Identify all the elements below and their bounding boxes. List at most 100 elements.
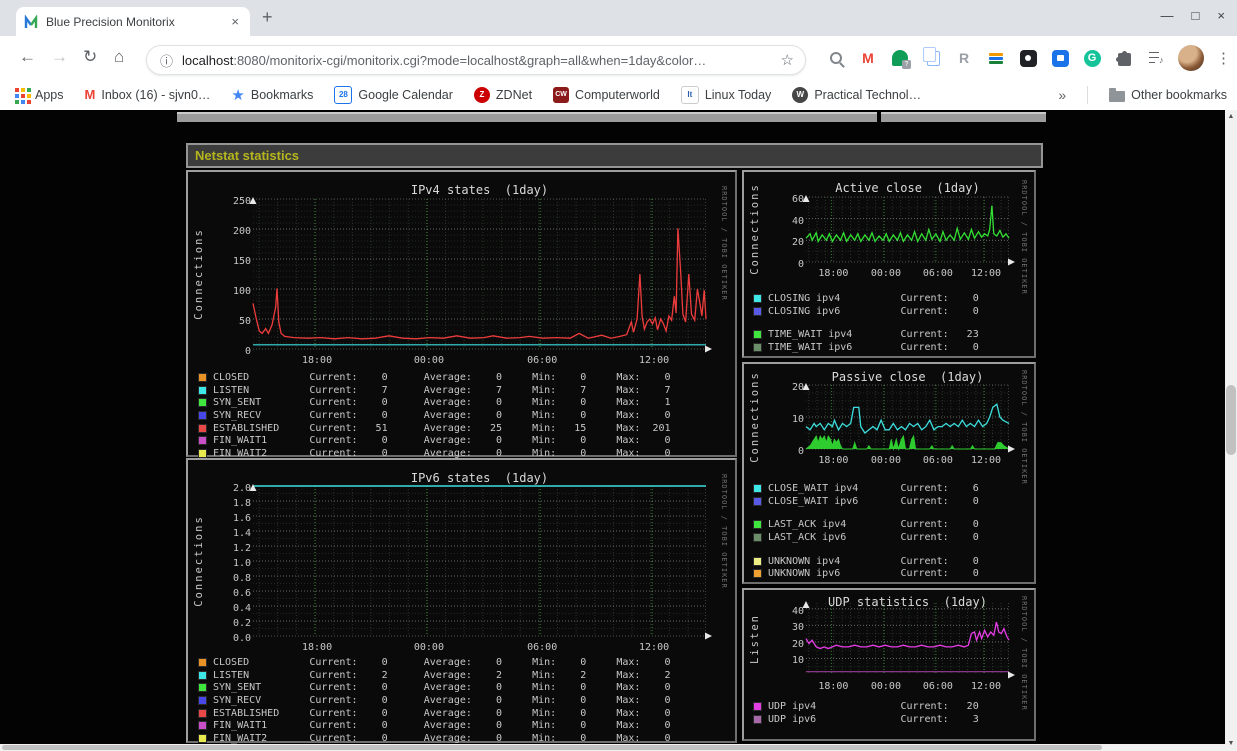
legend-text: FIN_WAIT2 Current: 0 Average: 0 Min: 0 M…	[213, 732, 671, 744]
gmail-m-icon: M	[84, 87, 96, 102]
bookmarks-overflow-chevron[interactable]: »	[1058, 87, 1066, 103]
extensions-puzzle-icon[interactable]	[1114, 48, 1134, 68]
active-close-graph[interactable]	[802, 195, 1015, 266]
grammarly-extension-icon[interactable]: G	[1082, 48, 1102, 68]
legend-color-swatch	[198, 683, 207, 693]
magnifier-icon	[830, 52, 845, 68]
legend-color-swatch	[198, 423, 207, 433]
x-tick-label: 12:00	[970, 681, 1002, 692]
passive-close-graph[interactable]	[802, 383, 1015, 453]
legend-row: LAST_ACK ipv4 Current: 0	[753, 518, 979, 531]
x-tick-label: 00:00	[870, 455, 901, 466]
legend-text: CLOSE_WAIT ipv6 Current: 0	[768, 495, 979, 507]
x-tick-label: 00:00	[870, 268, 901, 279]
home-icon[interactable]: ⌂	[114, 48, 124, 65]
bookmark-inbox[interactable]: M Inbox (16) - sjvn0…	[85, 87, 211, 102]
legend-text: CLOSE_WAIT ipv4 Current: 6	[768, 482, 979, 494]
tab-close-icon[interactable]: ×	[228, 14, 242, 29]
search-extension-icon[interactable]	[826, 48, 846, 68]
legend-text: CLOSED Current: 0 Average: 0 Min: 0 Max:…	[213, 371, 671, 383]
kebab-menu-icon[interactable]: ⋮	[1216, 49, 1231, 67]
bookmark-zdnet[interactable]: Z ZDNet	[473, 86, 532, 103]
browser-tab[interactable]: Blue Precision Monitorix ×	[16, 7, 250, 36]
bookmark-practical-technology[interactable]: W Practical Technol…	[792, 86, 921, 103]
y-tick-label: 0.6	[232, 588, 251, 599]
y-tick-label: 2.0	[232, 483, 251, 494]
legend-row: ESTABLISHED Current: 0 Average: 0 Min: 0…	[198, 707, 671, 720]
vertical-scrollbar[interactable]: ▲ ▼	[1225, 110, 1237, 751]
previous-section-border	[177, 112, 877, 122]
scroll-down-icon[interactable]: ▼	[1225, 737, 1237, 751]
other-bookmarks[interactable]: Other bookmarks	[1109, 87, 1227, 102]
page-content: Netstat statistics IPv4 states (1day) Co…	[0, 110, 1237, 751]
y-tick-label: 30	[791, 622, 804, 634]
forward-icon[interactable]: →	[51, 48, 68, 65]
rrdtool-watermark: RRDTOOL / TOBI OETIKER	[720, 186, 728, 301]
legend-row: SYN_SENT Current: 0 Average: 0 Min: 0 Ma…	[198, 681, 671, 694]
rrdtool-watermark: RRDTOOL / TOBI OETIKER	[1020, 596, 1028, 711]
bookmark-bookmarks[interactable]: ★ Bookmarks	[231, 86, 313, 104]
bookmark-computerworld[interactable]: CW Computerworld	[553, 86, 660, 103]
calendar-icon: 28	[334, 85, 353, 104]
active-close-panel: Active close (1day) Connections RRDTOOL …	[742, 170, 1036, 358]
legend-color-swatch	[198, 733, 207, 743]
y-axis-label: Connections	[749, 183, 761, 275]
y-tick-label: 0	[797, 259, 804, 270]
y-tick-label: 20	[791, 382, 804, 393]
books-stack-extension-icon[interactable]	[986, 48, 1006, 68]
legend-color-swatch	[198, 436, 207, 446]
vertical-scrollbar-thumb[interactable]	[1226, 385, 1236, 455]
legend-row: SYN_SENT Current: 0 Average: 0 Min: 0 Ma…	[198, 396, 671, 409]
x-tick-label: 00:00	[413, 642, 444, 653]
y-tick-label: 10	[791, 655, 804, 667]
ipv4-states-graph[interactable]	[249, 197, 712, 353]
close-button[interactable]: ×	[1217, 8, 1225, 23]
new-tab-button[interactable]: +	[262, 7, 273, 28]
bookmark-star-icon[interactable]: ☆	[781, 51, 794, 69]
x-tick-label: 18:00	[301, 355, 333, 366]
legend-row: CLOSE_WAIT ipv6 Current: 0	[753, 495, 979, 508]
y-tick-label: 1.2	[232, 543, 251, 554]
legend-row: SYN_RECV Current: 0 Average: 0 Min: 0 Ma…	[198, 409, 671, 422]
profile-avatar[interactable]	[1178, 45, 1204, 71]
maximize-button[interactable]: □	[1192, 8, 1200, 23]
bookmark-linux-today[interactable]: lt Linux Today	[680, 85, 771, 104]
copy-pages-extension-icon[interactable]	[922, 46, 942, 68]
graph-title: IPv4 states (1day)	[410, 183, 549, 197]
legend-color-swatch	[753, 714, 762, 724]
apps-shortcut[interactable]: Apps	[14, 87, 64, 102]
passive-close-panel: Passive close (1day) Connections RRDTOOL…	[742, 362, 1036, 584]
password-manager-extension-icon[interactable]	[1018, 48, 1038, 68]
minimize-button[interactable]: —	[1161, 8, 1174, 23]
site-info-icon[interactable]: ⓘ	[160, 51, 173, 70]
legend-color-swatch	[198, 398, 207, 408]
dark-bulb-icon	[1019, 49, 1037, 67]
y-tick-label: 0.8	[232, 573, 251, 584]
scroll-up-icon[interactable]: ▲	[1225, 110, 1237, 124]
y-tick-label: 0	[244, 346, 251, 357]
meet-extension-icon[interactable]	[1050, 48, 1070, 68]
legend-text: FIN_WAIT1 Current: 0 Average: 0 Min: 0 M…	[213, 435, 671, 447]
legend-text: LISTEN Current: 2 Average: 2 Min: 2 Max:…	[213, 669, 671, 681]
back-icon[interactable]: ←	[19, 48, 36, 65]
bookmark-google-calendar[interactable]: 28 Google Calendar	[334, 85, 453, 104]
legend-color-swatch	[753, 293, 762, 303]
legend-text: ESTABLISHED Current: 0 Average: 0 Min: 0…	[213, 707, 671, 719]
udp-statistics-graph[interactable]	[802, 601, 1015, 679]
gmail-extension-icon[interactable]: M	[858, 48, 878, 68]
legend-color-swatch	[753, 483, 762, 493]
y-tick-label: 0.4	[232, 603, 251, 614]
legend-row: CLOSED Current: 0 Average: 0 Min: 0 Max:…	[198, 371, 671, 384]
reload-icon[interactable]: ↻	[83, 48, 97, 65]
legend-color-swatch	[753, 342, 762, 352]
graph-title: Active close (1day)	[835, 181, 980, 195]
legend-color-swatch	[753, 330, 762, 340]
ipv6-states-graph[interactable]	[249, 484, 712, 640]
address-bar[interactable]: ⓘ localhost:8080/monitorix-cgi/monitorix…	[146, 45, 806, 75]
legend-color-swatch	[753, 306, 762, 316]
horizontal-scrollbar-thumb[interactable]	[2, 745, 1102, 750]
hangouts-extension-icon[interactable]: ?	[890, 48, 911, 69]
media-queue-icon[interactable]: ♪	[1146, 48, 1166, 68]
horizontal-scrollbar[interactable]	[0, 744, 1225, 751]
r-extension-icon[interactable]: R	[954, 48, 974, 68]
